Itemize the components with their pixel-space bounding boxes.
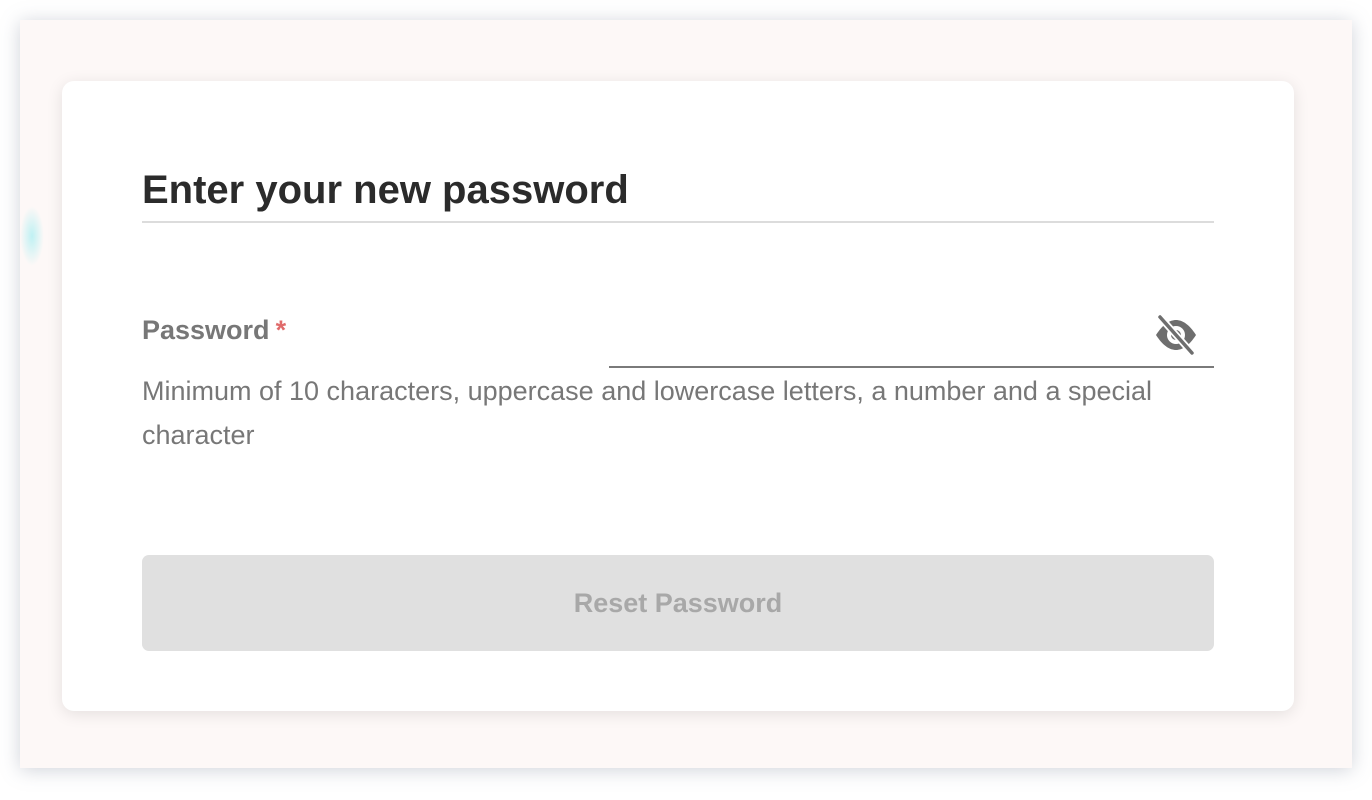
- password-input[interactable]: [609, 307, 1153, 366]
- eye-slash-icon[interactable]: [1154, 313, 1198, 357]
- page-title: Enter your new password: [142, 167, 1214, 223]
- password-hint: Minimum of 10 characters, uppercase and …: [142, 376, 1153, 450]
- password-label: Password *: [142, 314, 286, 346]
- password-label-text: Password: [142, 315, 270, 345]
- required-marker: *: [275, 315, 287, 345]
- reset-password-card: Enter your new password Password * Minimu…: [62, 81, 1294, 711]
- edge-glow: [20, 206, 44, 266]
- reset-password-button[interactable]: Reset Password: [142, 555, 1214, 651]
- password-field: [609, 307, 1214, 368]
- page-background: Enter your new password Password * Minimu…: [20, 20, 1352, 768]
